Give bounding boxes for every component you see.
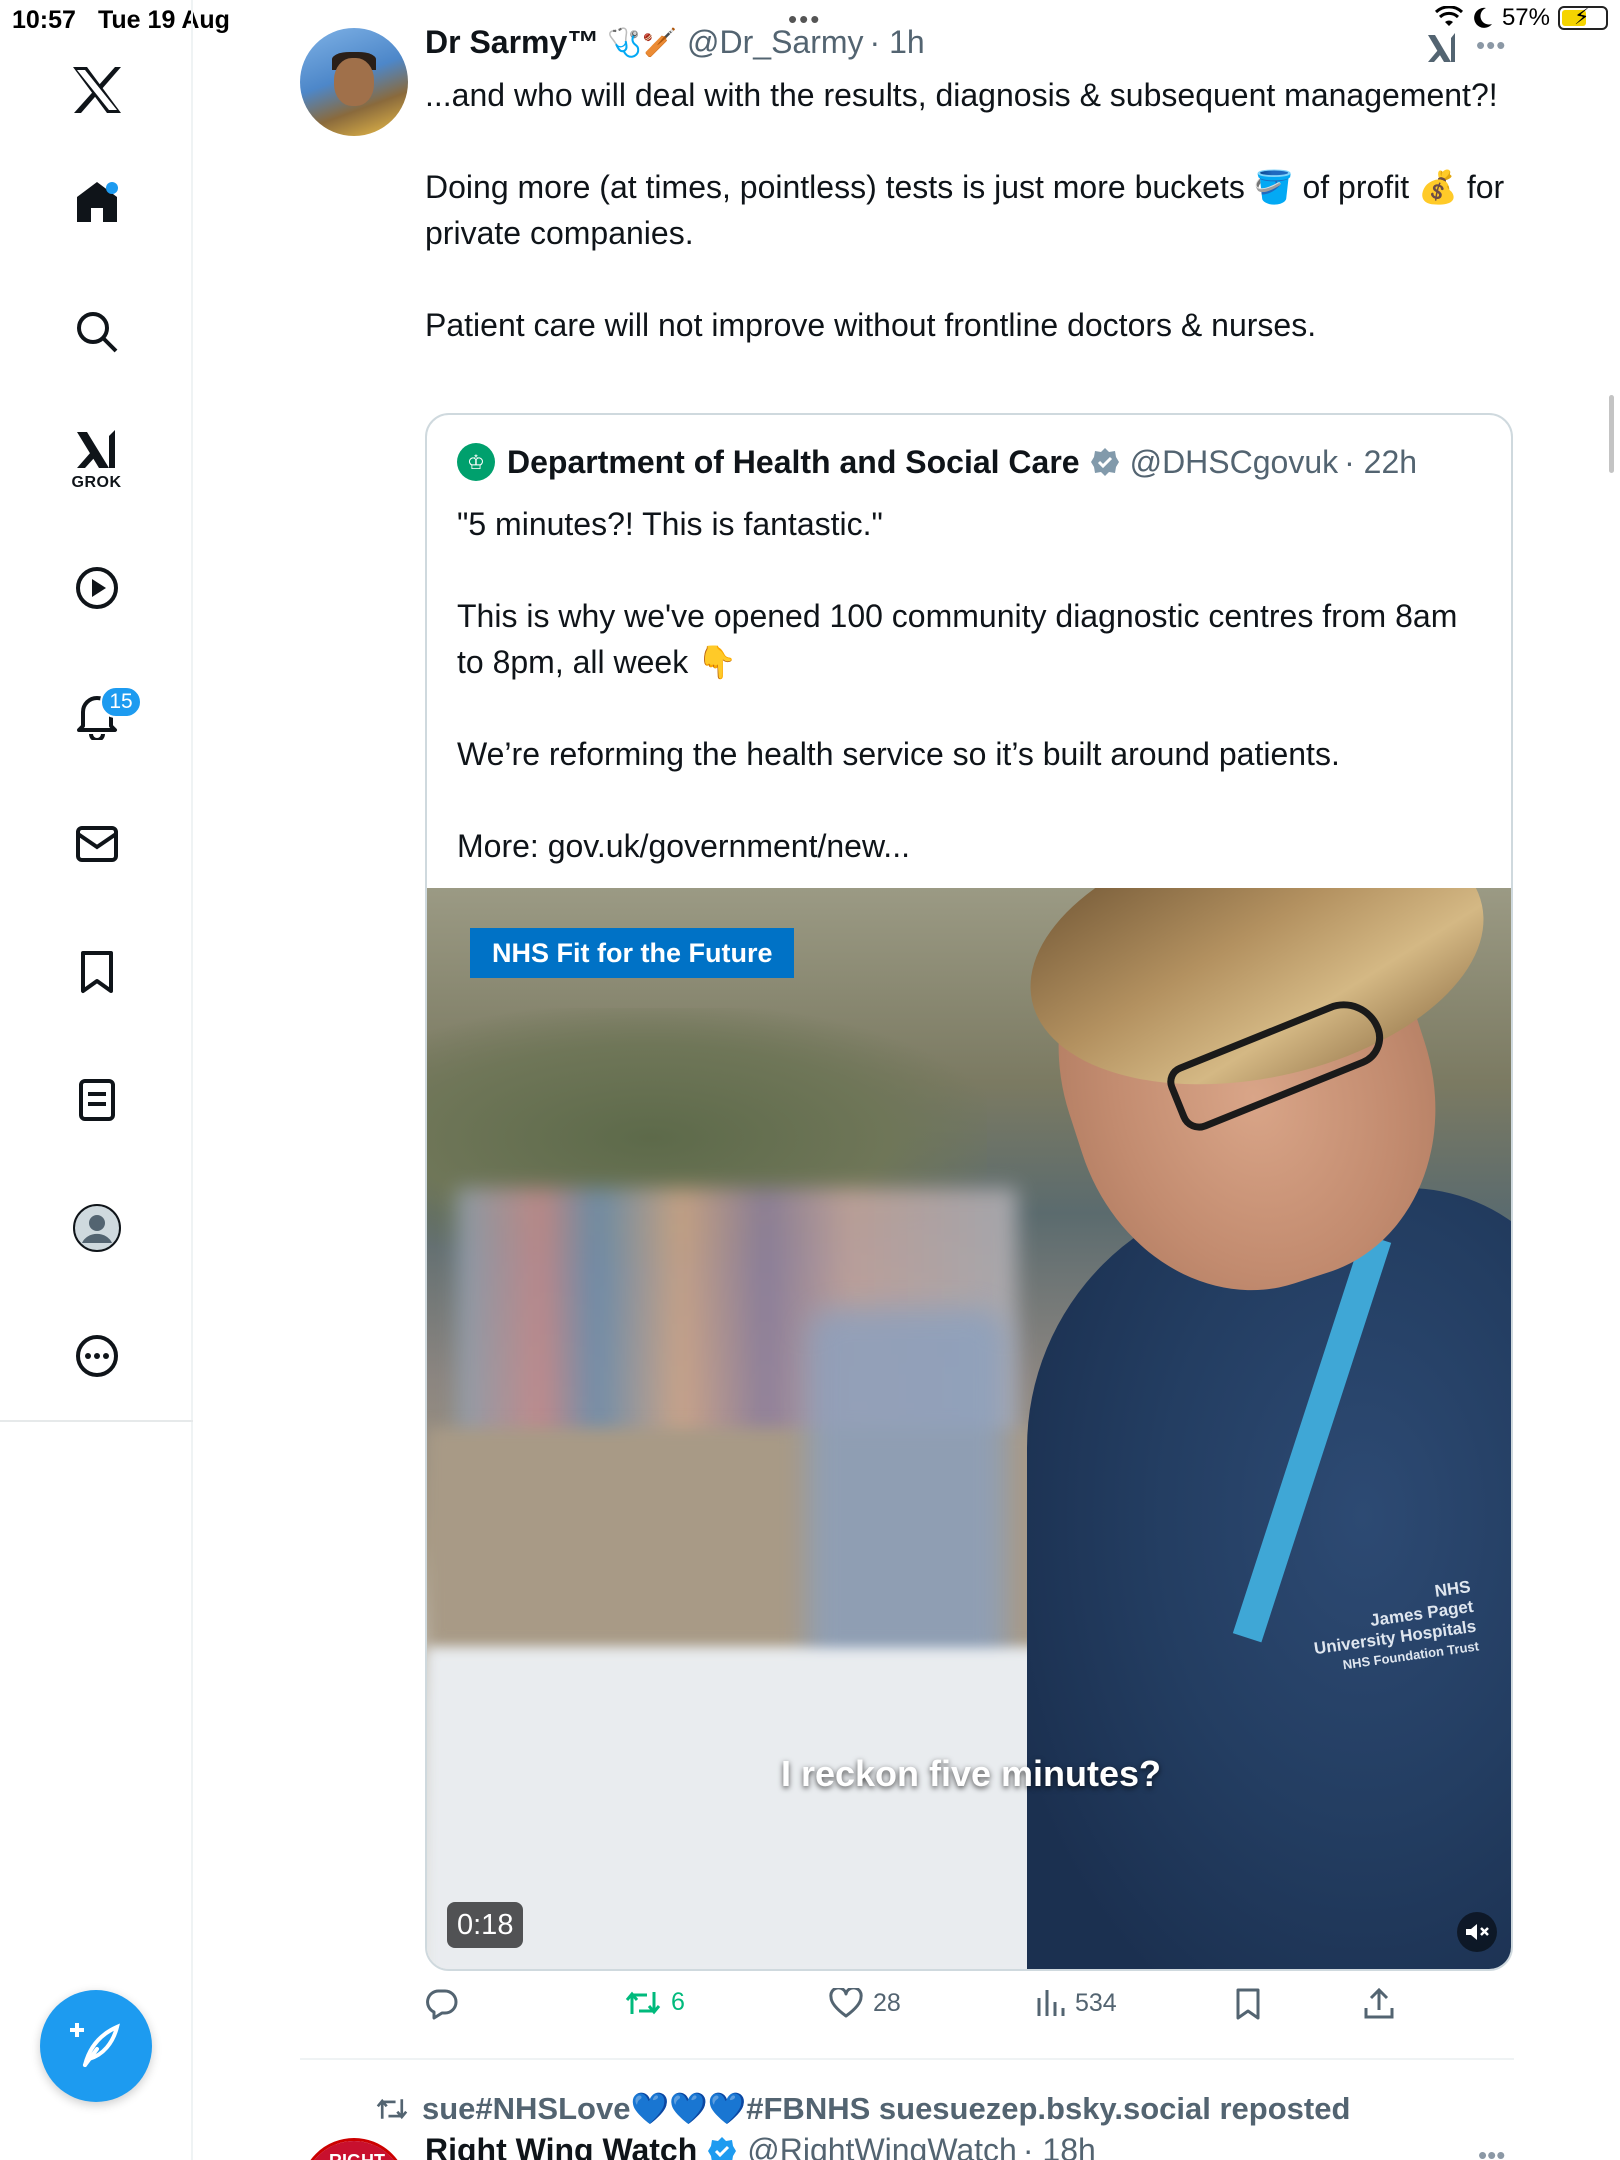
compose-post-button[interactable] [40, 1990, 152, 2102]
tweet-text: ...and who will deal with the results, d… [425, 77, 1505, 343]
search-icon [76, 312, 117, 353]
share-button[interactable] [1363, 1988, 1395, 2020]
battery-percent: 57% [1501, 4, 1550, 31]
sidebar-item-grok[interactable]: GROK [0, 420, 193, 500]
next-tweet-more-icon[interactable]: ••• [1478, 2140, 1505, 2160]
reply-button[interactable] [425, 1988, 469, 2020]
x-logo[interactable] [0, 50, 193, 130]
sidebar: GROK 15 [0, 0, 193, 2160]
bookmark-icon [80, 951, 113, 993]
moon-icon [1474, 7, 1492, 28]
bookmark-button[interactable] [1235, 1988, 1261, 2020]
x-logo-icon [72, 67, 121, 113]
repost-indicator[interactable]: sue#NHSLove💙💙💙#FBNHS suesuezep.bsky.soci… [376, 2090, 1350, 2127]
home-unread-dot [106, 182, 118, 194]
tweet-time[interactable]: · 1h [870, 24, 925, 61]
like-button[interactable]: 28 [829, 1988, 901, 2018]
verified-badge-icon [708, 2136, 737, 2160]
profile-icon [72, 1204, 121, 1252]
sidebar-item-home[interactable] [0, 162, 193, 242]
views-count: 534 [1075, 1988, 1117, 2017]
grok-explain-icon[interactable] [1425, 32, 1459, 64]
sidebar-divider [0, 1420, 193, 1422]
bookmark-icon [1236, 1988, 1260, 2020]
sidebar-item-profile[interactable] [0, 1188, 193, 1268]
author-name[interactable]: Dr Sarmy™ [425, 24, 599, 61]
video-caption: I reckon five minutes? [780, 1753, 1162, 1794]
feather-plus-icon [70, 2023, 120, 2067]
reply-icon [426, 1989, 458, 2020]
next-author-avatar[interactable]: RIGHT [300, 2138, 408, 2160]
sidebar-item-bookmarks[interactable] [0, 932, 193, 1012]
notifications-badge: 15 [100, 686, 142, 718]
sidebar-item-search[interactable] [0, 292, 193, 372]
author-avatar[interactable] [300, 28, 408, 136]
tweet-actions: 6 28 534 [425, 1988, 1425, 2032]
next-tweet-time[interactable]: · 18h [1023, 2132, 1096, 2160]
retweet-icon [625, 1991, 661, 2014]
sidebar-item-messages[interactable] [0, 804, 193, 884]
mute-button[interactable] [1457, 1912, 1497, 1952]
views-button[interactable]: 534 [1035, 1988, 1117, 2018]
more-icon [75, 1335, 118, 1377]
next-avatar-text: RIGHT [303, 2141, 405, 2160]
retweet-button[interactable]: 6 [625, 1988, 685, 2017]
sidebar-item-lists[interactable] [0, 1060, 193, 1140]
quote-text: "5 minutes?! This is fantastic." This is… [457, 506, 1458, 864]
video-player[interactable]: NHS James Paget University Hospitals NHS… [427, 888, 1511, 1969]
verified-badge-icon [1090, 448, 1119, 476]
repost-icon [376, 2098, 408, 2119]
quote-author-handle[interactable]: @DHSCgovuk [1130, 444, 1339, 481]
scrollbar[interactable] [1609, 395, 1614, 473]
tweet-more-icon[interactable]: ••• [1476, 30, 1506, 61]
grok-label: GROK [71, 474, 122, 491]
list-icon [78, 1079, 115, 1121]
crown-logo-icon: ♔ [457, 443, 495, 481]
next-tweet-header: Right Wing Watch @RightWingWatch · 18h [425, 2132, 1096, 2160]
status-indicators: 57% ⚡ [1434, 4, 1608, 32]
charging-bolt-icon: ⚡ [1574, 4, 1590, 29]
battery-icon: ⚡ [1558, 4, 1608, 30]
quote-header: ♔ Department of Health and Social Care @… [457, 443, 1417, 481]
mail-icon [75, 826, 118, 862]
sidebar-item-notifications[interactable]: 15 [0, 676, 193, 756]
grok-icon [76, 430, 115, 468]
author-emoji: 🩺🏏 [607, 27, 678, 58]
quote-time[interactable]: · 22h [1344, 444, 1417, 481]
repost-text: sue#NHSLove💙💙💙#FBNHS suesuezep.bsky.soci… [422, 2091, 1351, 2126]
video-background-sand [427, 1428, 1127, 1648]
video-tag: NHS Fit for the Future [470, 928, 795, 978]
quote-tweet-card[interactable]: ♔ Department of Health and Social Care @… [425, 413, 1513, 1971]
sidebar-item-videos[interactable] [0, 548, 193, 628]
like-count: 28 [873, 1988, 901, 2017]
heart-icon [829, 1988, 863, 2018]
video-duration: 0:18 [447, 1902, 524, 1948]
sidebar-item-more[interactable] [0, 1316, 193, 1396]
next-author-handle[interactable]: @RightWingWatch [747, 2132, 1017, 2160]
author-handle[interactable]: @Dr_Sarmy [687, 24, 864, 61]
wifi-icon [1434, 6, 1463, 26]
play-icon [75, 567, 118, 609]
bar-chart-icon [1037, 1990, 1065, 2016]
share-icon [1364, 1988, 1394, 2019]
retweet-count: 6 [671, 1988, 685, 2016]
speaker-muted-icon [1466, 1924, 1489, 1940]
tweet-divider [300, 2058, 1514, 2060]
tweet-header: Dr Sarmy™ 🩺🏏 @Dr_Sarmy · 1h [425, 24, 925, 61]
quote-author-name[interactable]: Department of Health and Social Care [507, 444, 1080, 481]
avatar-face [334, 58, 374, 106]
next-author-name[interactable]: Right Wing Watch [425, 2132, 697, 2160]
